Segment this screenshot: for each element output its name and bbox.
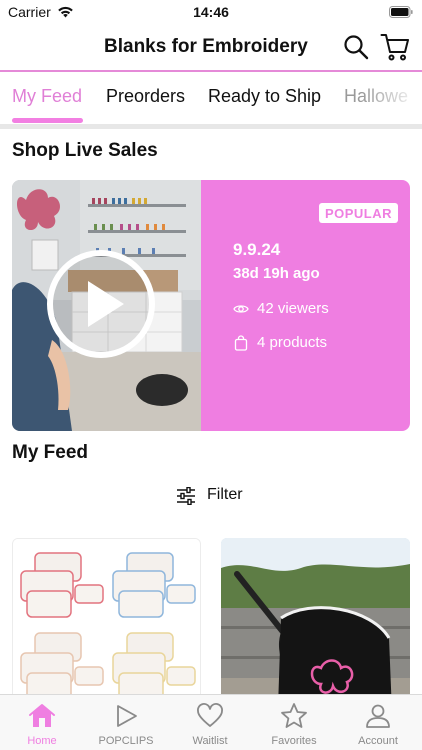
search-icon[interactable]: [343, 34, 369, 60]
nav-home-label: Home: [27, 735, 57, 747]
filter-icon: [177, 487, 195, 505]
viewers-count: 42 viewers: [257, 300, 329, 317]
category-tabs: My Feed Preorders Ready to Ship Hallowe: [0, 74, 422, 124]
popular-badge: POPULAR: [318, 203, 398, 223]
status-bar: Carrier 14:46: [0, 0, 422, 24]
filter-label: Filter: [207, 486, 243, 503]
bottom-tab-bar: Home POPCLIPS Waitlist Favorites Account: [0, 694, 422, 750]
live-sale-card[interactable]: POPULAR 9.9.24 38d 19h ago 42 viewers 4 …: [12, 180, 410, 431]
nav-waitlist-label: Waitlist: [192, 735, 228, 747]
star-icon: [281, 703, 307, 728]
app-header: Blanks for Embroidery: [0, 24, 422, 72]
cart-icon[interactable]: [380, 32, 410, 62]
tab-ready-to-ship[interactable]: Ready to Ship: [208, 86, 321, 107]
clock: 14:46: [193, 4, 229, 20]
play-icon: [117, 705, 137, 727]
live-sales-heading: Shop Live Sales: [12, 140, 158, 161]
nav-account-label: Account: [358, 735, 398, 747]
feed-heading: My Feed: [12, 442, 89, 463]
person-icon: [366, 704, 390, 728]
live-sale-info: POPULAR 9.9.24 38d 19h ago 42 viewers 4 …: [201, 180, 410, 431]
eye-icon: [233, 305, 249, 313]
products-count: 4 products: [257, 334, 328, 351]
nav-account[interactable]: Account: [336, 695, 420, 750]
nav-favorites[interactable]: Favorites: [252, 695, 336, 750]
live-sale-date: 9.9.24: [233, 240, 281, 259]
play-icon[interactable]: [46, 249, 156, 359]
tabs-divider: [0, 124, 422, 129]
live-sale-time-ago: 38d 19h ago: [233, 265, 320, 282]
tab-preorders[interactable]: Preorders: [106, 86, 185, 107]
battery-icon: [389, 6, 413, 18]
nav-home[interactable]: Home: [0, 695, 84, 750]
home-icon: [29, 704, 55, 727]
live-sale-thumbnail: [12, 180, 201, 431]
nav-popclips-label: POPCLIPS: [98, 735, 154, 747]
store-title: Blanks for Embroidery: [104, 36, 308, 57]
shopping-bag-icon: [234, 335, 248, 351]
heart-icon: [197, 703, 223, 727]
active-tab-indicator: [12, 118, 83, 123]
tabs-fade: [362, 74, 422, 124]
tab-my-feed[interactable]: My Feed: [12, 86, 82, 107]
nav-favorites-label: Favorites: [271, 735, 317, 747]
filter-button[interactable]: Filter: [0, 486, 422, 510]
nav-popclips[interactable]: POPCLIPS: [84, 695, 168, 750]
nav-waitlist[interactable]: Waitlist: [168, 695, 252, 750]
